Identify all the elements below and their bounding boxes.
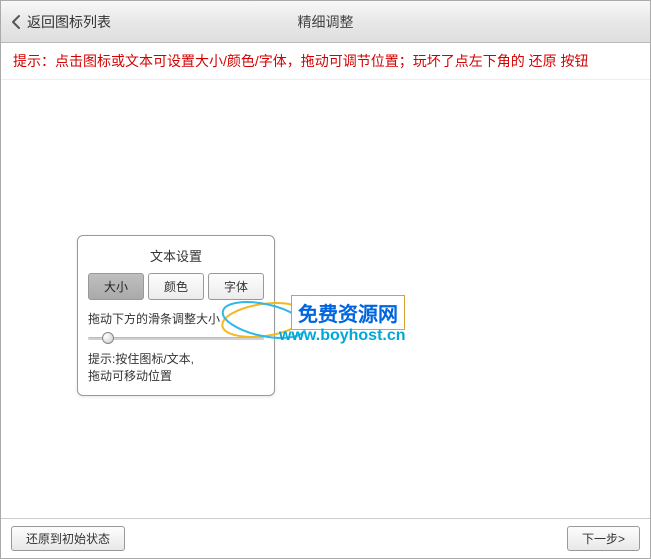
- reset-button[interactable]: 还原到初始状态: [11, 526, 125, 551]
- logo-url-text[interactable]: www.boyhost.cn: [279, 327, 406, 345]
- app-window: 返回图标列表 精细调整 提示：点击图标或文本可设置大小/颜色/字体，拖动可调节位…: [0, 0, 651, 559]
- canvas-area[interactable]: 文本设置 大小 颜色 字体 拖动下方的滑条调整大小 提示:按住图标/文本, 拖动…: [1, 80, 650, 518]
- tab-size[interactable]: 大小: [88, 273, 144, 300]
- page-title: 精细调整: [298, 12, 354, 32]
- panel-hint-line2: 拖动可移动位置: [88, 368, 264, 385]
- panel-title: 文本设置: [88, 244, 264, 273]
- next-button[interactable]: 下一步>: [567, 526, 640, 551]
- footer: 还原到初始状态 下一步>: [1, 518, 650, 558]
- panel-hint: 提示:按住图标/文本, 拖动可移动位置: [88, 351, 264, 385]
- chevron-left-icon: [11, 14, 21, 30]
- slider-thumb[interactable]: [102, 332, 114, 344]
- back-label: 返回图标列表: [27, 12, 111, 32]
- logo-title-text[interactable]: 免费资源网: [291, 295, 405, 330]
- back-button[interactable]: 返回图标列表: [11, 12, 111, 32]
- tab-color[interactable]: 颜色: [148, 273, 204, 300]
- titlebar: 返回图标列表 精细调整: [1, 1, 650, 43]
- hint-bar: 提示：点击图标或文本可设置大小/颜色/字体，拖动可调节位置；玩坏了点左下角的 还…: [1, 43, 650, 80]
